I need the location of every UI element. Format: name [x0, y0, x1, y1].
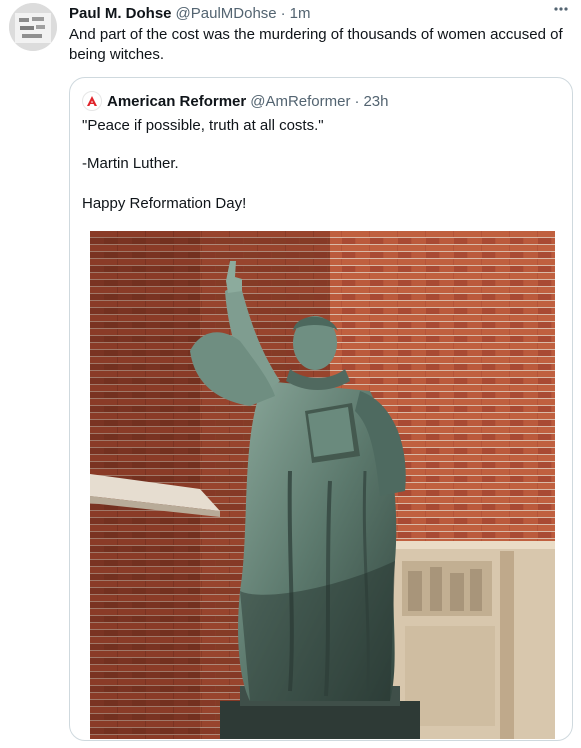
separator-dot: ·: [354, 92, 360, 110]
avatar[interactable]: [9, 3, 57, 51]
tweet-text: And part of the cost was the murdering o…: [69, 26, 563, 63]
american-reformer-logo-icon: [82, 91, 102, 111]
quote-line-greeting: Happy Reformation Day!: [82, 195, 247, 212]
quoted-author-handle[interactable]: @AmReformer: [250, 93, 350, 110]
statue-image: [90, 231, 555, 739]
quoted-tweet-header: American Reformer @AmReformer · 23h: [82, 91, 389, 111]
author-handle[interactable]: @PaulMDohse: [176, 5, 277, 22]
quoted-timestamp[interactable]: 23h: [363, 93, 388, 110]
tweet-timestamp[interactable]: 1m: [290, 5, 311, 22]
luther-statue-photo[interactable]: [90, 231, 555, 739]
author-name[interactable]: Paul M. Dohse: [69, 5, 172, 22]
quote-line-attribution: -Martin Luther.: [82, 155, 179, 172]
more-options-icon[interactable]: [551, 0, 571, 20]
separator-dot: ·: [280, 4, 286, 22]
tweet-header: Paul M. Dohse @PaulMDohse · 1m: [69, 3, 571, 23]
avatar-image: [9, 3, 57, 51]
quote-line-quotation: "Peace if possible, truth at all costs.": [82, 117, 324, 134]
quoted-author-name[interactable]: American Reformer: [107, 93, 246, 110]
quoted-tweet-card[interactable]: American Reformer @AmReformer · 23h "Pea…: [69, 77, 573, 741]
